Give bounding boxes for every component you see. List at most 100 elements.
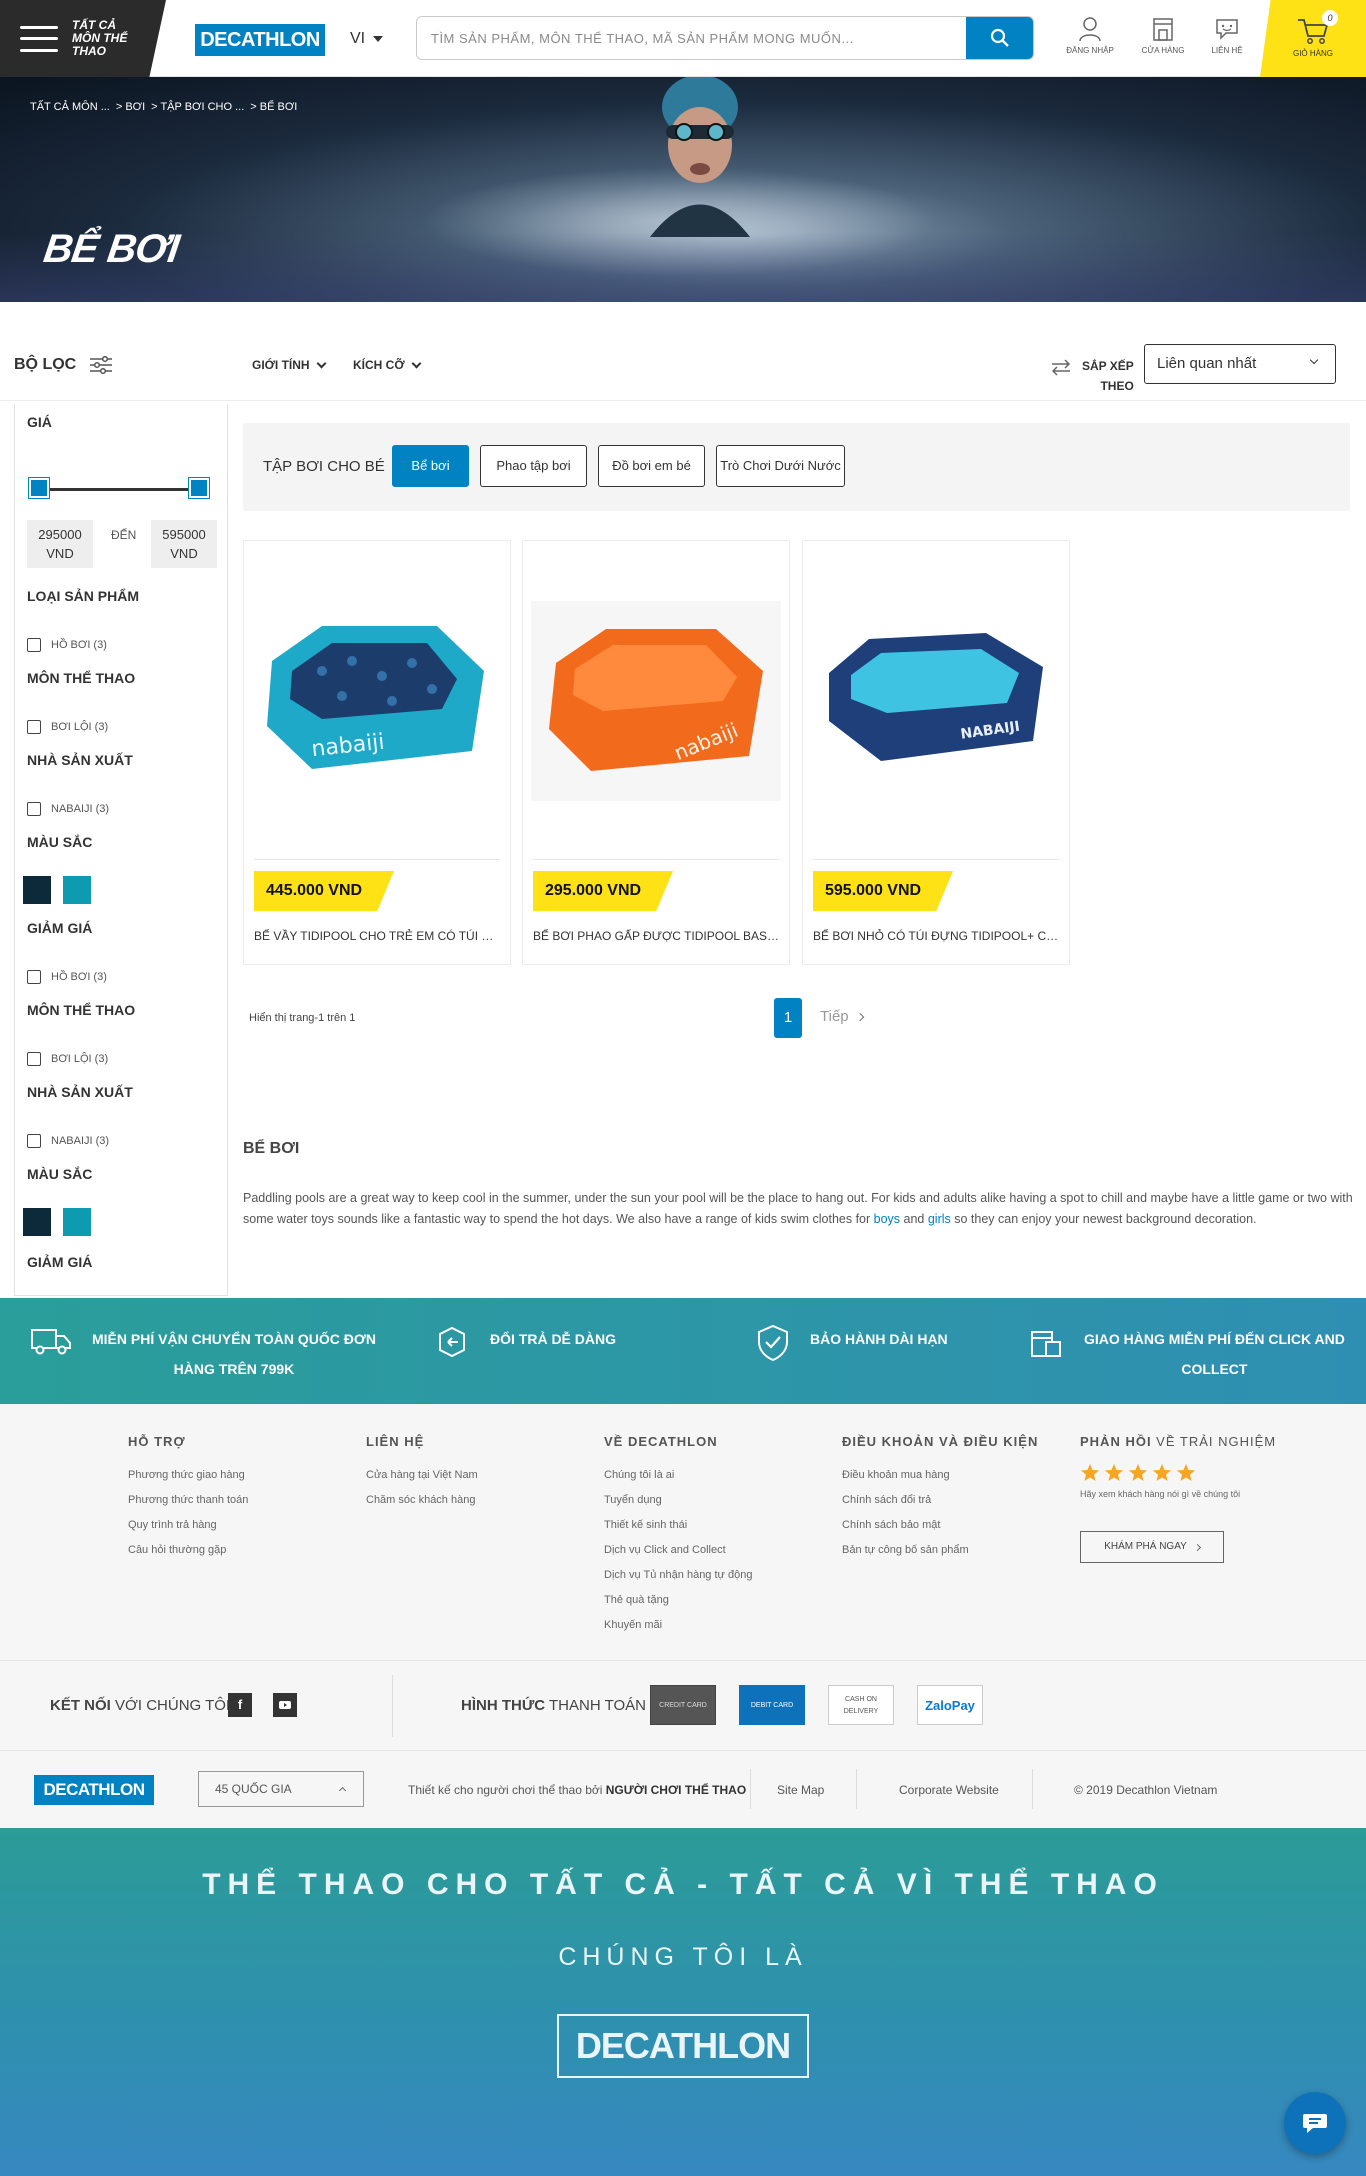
category-pill-pools[interactable]: Bể bơi [392, 445, 469, 487]
chat-icon [1303, 2114, 1327, 2133]
star-icon [1081, 1464, 1099, 1481]
checkbox[interactable] [27, 802, 41, 816]
gender-filter-dropdown[interactable]: GIỚI TÍNH [252, 358, 327, 372]
filter-option-swim[interactable]: BƠI LỘI (3) [27, 1052, 108, 1066]
login-button[interactable]: ĐĂNG NHẬP [1060, 16, 1120, 66]
cart-button[interactable]: 0 GIỎ HÀNG [1260, 0, 1366, 77]
product-image: nabaiji [267, 626, 484, 769]
filter-toggle[interactable]: BỘ LỌC [14, 356, 113, 374]
size-filter-label: KÍCH CỠ [353, 358, 405, 372]
breadcrumb-item-kids-swim[interactable]: > TẬP BƠI CHO ... [151, 101, 244, 113]
footer-col-support: HỖ TRỢ Phương thức giao hàng Phương thức… [128, 1434, 248, 1563]
divider [533, 859, 779, 860]
service-text: MIỄN PHÍ VẬN CHUYỂN TOÀN QUỐC ĐƠN [92, 1331, 376, 1347]
footer-link[interactable]: Chăm sóc khách hàng [366, 1488, 478, 1513]
all-sports-menu[interactable]: Tất cả môn thể thao [0, 0, 166, 77]
stores-label: CỬA HÀNG [1141, 46, 1185, 55]
corporate-website-link[interactable]: Corporate Website [899, 1783, 999, 1797]
search-input[interactable] [417, 17, 967, 59]
decathlon-logo[interactable]: DECATHLON [34, 1775, 154, 1805]
girls-link[interactable]: girls [928, 1212, 951, 1226]
product-name: BỂ BƠI NHỎ CÓ TÚI ĐỰNG TIDIPOOL+ CHO TRẺ [813, 929, 1059, 943]
price-slider-max-handle[interactable] [189, 478, 209, 498]
breadcrumb: TẤT CẢ MÔN ... > BƠI > TẬP BƠI CHO ... >… [30, 101, 297, 113]
service-click-collect: GIAO HÀNG MIỄN PHÍ ĐẾN CLICK AND COLLECT [1028, 1324, 1345, 1384]
service-band: MIỄN PHÍ VẬN CHUYỂN TOÀN QUỐC ĐƠN HÀNG TR… [0, 1298, 1366, 1404]
star-icon [1153, 1464, 1171, 1481]
sort-select[interactable]: Liên quan nhất [1144, 344, 1336, 384]
slogan-logo: DECATHLON [557, 2014, 809, 2078]
filter-option-swim[interactable]: BƠI LỘI (3) [27, 720, 108, 734]
price-slider-min-handle[interactable] [29, 478, 49, 498]
chevron-down-icon [316, 358, 327, 368]
price-max-box[interactable]: 595000 VND [151, 520, 217, 568]
search-button[interactable] [966, 17, 1033, 59]
checkbox[interactable] [27, 720, 41, 734]
checkbox[interactable] [27, 1134, 41, 1148]
truck-icon [31, 1329, 71, 1355]
filter-option-brand[interactable]: NABAIJI (3) [27, 802, 109, 816]
price-slider-track[interactable] [29, 488, 199, 491]
breadcrumb-item-all-sports[interactable]: TẤT CẢ MÔN ... [30, 101, 110, 113]
checkbox[interactable] [27, 1052, 41, 1066]
page-number-button[interactable]: 1 [774, 998, 802, 1038]
filter-option-label: BƠI LỘI (3) [51, 1053, 109, 1065]
footer-col-title: ĐIỀU KHOẢN VÀ ĐIỀU KIỆN [842, 1434, 1039, 1449]
language-selector[interactable]: VI [350, 30, 384, 48]
product-card[interactable]: nabaiji 445.000 VND BỂ VẦY TIDIPOOL CHO … [243, 540, 511, 965]
footer-link[interactable]: Phương thức giao hàng [128, 1463, 248, 1488]
price-min-box[interactable]: 295000 VND [27, 520, 93, 568]
brand-title: NHÀ SẢN XUẤT [27, 752, 133, 768]
filter-option-brand[interactable]: NABAIJI (3) [27, 1134, 109, 1148]
footer-link[interactable]: Khuyến mãi [604, 1613, 752, 1638]
category-pill-floats[interactable]: Phao tập bơi [480, 445, 587, 487]
boys-link[interactable]: boys [874, 1212, 900, 1226]
footer-link[interactable]: Câu hỏi thường gặp [128, 1538, 248, 1563]
breadcrumb-item-swim[interactable]: > BƠI [116, 101, 145, 113]
footer-link[interactable]: Thiết kế sinh thái [604, 1513, 752, 1538]
divider [1032, 1769, 1033, 1809]
cart-count-badge: 0 [1322, 10, 1338, 26]
decathlon-logo[interactable]: DECATHLON [195, 24, 325, 56]
color-swatch-teal[interactable] [63, 1208, 91, 1236]
contact-button[interactable]: LIÊN HỆ [1197, 16, 1257, 66]
footer-link[interactable]: Dịch vụ Tủ nhận hàng tự động [604, 1563, 752, 1588]
service-free-shipping: MIỄN PHÍ VẬN CHUYỂN TOÀN QUỐC ĐƠN HÀNG TR… [30, 1324, 376, 1384]
seo-text-part: so they can enjoy your newest background… [950, 1212, 1257, 1226]
footer-link[interactable]: Chính sách đổi trả [842, 1488, 1038, 1513]
divider [750, 1769, 751, 1809]
footer-link[interactable]: Chúng tôi là ai [604, 1463, 752, 1488]
footer-link[interactable]: Quy trình trả hàng [128, 1513, 248, 1538]
footer-link[interactable]: Dịch vụ Click and Collect [604, 1538, 752, 1563]
color-swatch-dark-navy[interactable] [23, 1208, 51, 1236]
checkbox[interactable] [27, 638, 41, 652]
checkbox[interactable] [27, 970, 41, 984]
footer-link[interactable]: Cửa hàng tại Việt Nam [366, 1463, 478, 1488]
footer-link[interactable]: Thẻ quà tặng [604, 1588, 752, 1613]
slogan-banner: THỂ THAO CHO TẤT CẢ - TẤT CẢ VÌ THỂ THAO… [0, 1828, 1366, 2176]
country-selector[interactable]: 45 QUỐC GIA [198, 1771, 364, 1807]
footer-link[interactable]: Phương thức thanh toán [128, 1488, 248, 1513]
size-filter-dropdown[interactable]: KÍCH CỠ [353, 358, 422, 372]
footer-link[interactable]: Chính sách bảo mật [842, 1513, 1038, 1538]
facebook-icon[interactable]: f [228, 1693, 252, 1717]
product-card[interactable]: NABAIJI 595.000 VND BỂ BƠI NHỎ CÓ TÚI ĐỰ… [802, 540, 1070, 965]
category-pill-baby-swimwear[interactable]: Đồ bơi em bé [598, 445, 705, 487]
stores-button[interactable]: CỬA HÀNG [1133, 16, 1193, 66]
youtube-icon[interactable] [273, 1693, 297, 1717]
chat-button[interactable] [1284, 2092, 1346, 2154]
next-page-button[interactable]: Tiếp [820, 1008, 864, 1025]
sitemap-link[interactable]: Site Map [777, 1783, 824, 1797]
color-swatch-teal[interactable] [63, 876, 91, 904]
copyright: © 2019 Decathlon Vietnam [1074, 1783, 1218, 1797]
filter-option-pool[interactable]: HỒ BƠI (3) [27, 970, 107, 984]
footer-link[interactable]: Tuyển dụng [604, 1488, 752, 1513]
product-card[interactable]: nabaiji 295.000 VND BỂ BƠI PHAO GẤP ĐƯỢC… [522, 540, 790, 965]
filter-option-pool[interactable]: HỒ BƠI (3) [27, 638, 107, 652]
color-swatch-dark-navy[interactable] [23, 876, 51, 904]
filter-sidebar: GIÁ 295000 VND ĐẾN 595000 VND LOẠI SẢN P… [14, 404, 228, 1296]
footer-link[interactable]: Điều khoản mua hàng [842, 1463, 1038, 1488]
explore-now-button[interactable]: KHÁM PHÁ NGAY [1080, 1531, 1224, 1563]
footer-link[interactable]: Bản tự công bố sản phẩm [842, 1538, 1038, 1563]
category-pill-water-games[interactable]: Trò Chơi Dưới Nước [716, 445, 845, 487]
